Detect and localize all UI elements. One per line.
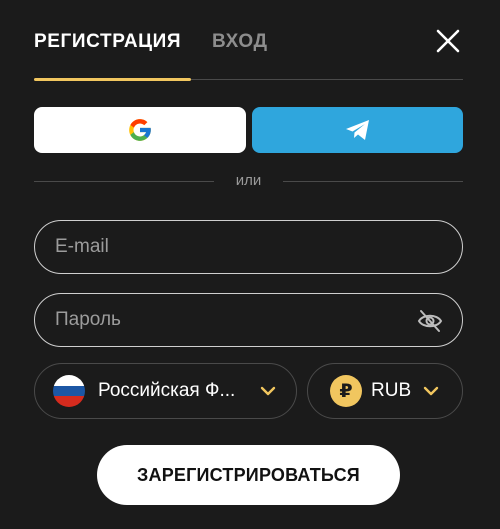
or-divider: или: [34, 171, 463, 191]
ruble-coin-icon: ₽: [330, 375, 362, 407]
country-select[interactable]: Российская Ф...: [34, 363, 297, 419]
divider-line-right: [283, 181, 463, 182]
country-value: Российская Ф...: [98, 380, 236, 401]
google-signin-button[interactable]: [34, 107, 246, 153]
close-icon: [436, 29, 460, 53]
chevron-down-icon: [260, 386, 276, 396]
password-input[interactable]: [35, 294, 462, 346]
currency-value: RUB: [371, 380, 412, 401]
telegram-plane-icon: [345, 120, 369, 140]
password-field: [34, 293, 463, 347]
email-field: [34, 220, 463, 274]
tab-login[interactable]: ВХОД: [212, 31, 268, 53]
register-submit-button[interactable]: ЗАРЕГИСТРИРОВАТЬСЯ: [97, 445, 400, 505]
eye-off-icon[interactable]: [416, 307, 444, 335]
currency-select[interactable]: ₽ RUB: [307, 363, 463, 419]
telegram-signin-button[interactable]: [252, 107, 463, 153]
email-input[interactable]: [35, 221, 462, 273]
russia-flag-icon: [53, 375, 85, 407]
active-tab-indicator: [34, 78, 191, 81]
tab-register[interactable]: РЕГИСТРАЦИЯ: [34, 31, 181, 53]
chevron-down-icon: [423, 386, 439, 396]
google-logo-icon: [129, 119, 151, 141]
close-button[interactable]: [433, 26, 463, 56]
